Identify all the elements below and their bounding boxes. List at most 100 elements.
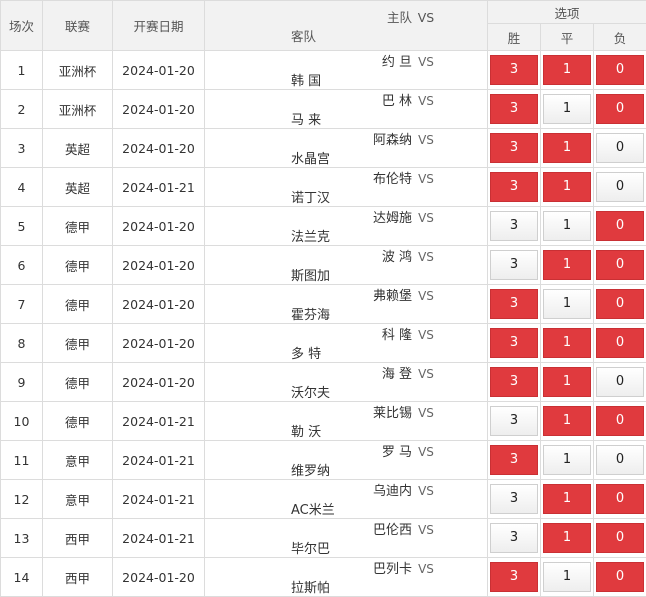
draw-option-button[interactable]: 1 bbox=[543, 55, 591, 85]
home-team: 莱比锡 bbox=[252, 402, 412, 421]
loss-option-button[interactable]: 0 bbox=[596, 94, 644, 124]
draw-option-button[interactable]: 1 bbox=[543, 94, 591, 124]
table-row: 1亚洲杯2024-01-20约 旦VS韩 国310 bbox=[1, 51, 646, 90]
round-number: 2 bbox=[1, 90, 43, 129]
loss-option-button[interactable]: 0 bbox=[596, 289, 644, 319]
win-option-button[interactable]: 3 bbox=[490, 94, 538, 124]
league-name: 意甲 bbox=[43, 441, 113, 480]
win-option-button[interactable]: 3 bbox=[490, 406, 538, 436]
league-name: 德甲 bbox=[43, 324, 113, 363]
league-name: 德甲 bbox=[43, 402, 113, 441]
vs-label: VS bbox=[412, 55, 440, 69]
loss-option-button[interactable]: 0 bbox=[596, 55, 644, 85]
match-date: 2024-01-20 bbox=[113, 129, 205, 168]
table-row: 14西甲2024-01-20巴列卡VS拉斯帕310 bbox=[1, 558, 646, 597]
league-name: 英超 bbox=[43, 129, 113, 168]
table-row: 11意甲2024-01-21罗 马VS维罗纳310 bbox=[1, 441, 646, 480]
draw-option-button[interactable]: 1 bbox=[543, 406, 591, 436]
loss-option-button[interactable]: 0 bbox=[596, 484, 644, 514]
match-teams: 巴 林VS马 来 bbox=[205, 90, 488, 129]
header-draw: 平 bbox=[541, 24, 594, 51]
table-row: 12意甲2024-01-21乌迪内VSAC米兰310 bbox=[1, 480, 646, 519]
win-option-button[interactable]: 3 bbox=[490, 367, 538, 397]
loss-option-button[interactable]: 0 bbox=[596, 250, 644, 280]
table-row: 13西甲2024-01-21巴伦西VS毕尔巴310 bbox=[1, 519, 646, 558]
away-team: 霍芬海 bbox=[291, 304, 401, 323]
vs-label: VS bbox=[412, 328, 440, 342]
win-option-button[interactable]: 3 bbox=[490, 523, 538, 553]
loss-option-button[interactable]: 0 bbox=[596, 211, 644, 241]
match-teams: 科 隆VS多 特 bbox=[205, 324, 488, 363]
league-name: 意甲 bbox=[43, 480, 113, 519]
table-row: 10德甲2024-01-21莱比锡VS勒 沃310 bbox=[1, 402, 646, 441]
home-team: 海 登 bbox=[252, 363, 412, 382]
round-number: 5 bbox=[1, 207, 43, 246]
league-name: 德甲 bbox=[43, 285, 113, 324]
match-date: 2024-01-20 bbox=[113, 363, 205, 402]
win-option-button[interactable]: 3 bbox=[490, 484, 538, 514]
round-number: 6 bbox=[1, 246, 43, 285]
vs-label: VS bbox=[412, 250, 440, 264]
loss-option-button[interactable]: 0 bbox=[596, 523, 644, 553]
draw-option-button[interactable]: 1 bbox=[543, 562, 591, 592]
draw-option-button[interactable]: 1 bbox=[543, 250, 591, 280]
match-teams: 达姆施VS法兰克 bbox=[205, 207, 488, 246]
away-team: 诺丁汉 bbox=[291, 187, 401, 206]
away-team: 马 来 bbox=[291, 109, 401, 128]
match-date: 2024-01-21 bbox=[113, 441, 205, 480]
win-option-button[interactable]: 3 bbox=[490, 328, 538, 358]
home-team: 布伦特 bbox=[252, 168, 412, 187]
draw-option-button[interactable]: 1 bbox=[543, 133, 591, 163]
loss-option-button[interactable]: 0 bbox=[596, 328, 644, 358]
loss-option-button[interactable]: 0 bbox=[596, 562, 644, 592]
league-name: 英超 bbox=[43, 168, 113, 207]
win-option-button[interactable]: 3 bbox=[490, 211, 538, 241]
draw-option-button[interactable]: 1 bbox=[543, 367, 591, 397]
vs-label: VS bbox=[412, 172, 440, 186]
win-option-button[interactable]: 3 bbox=[490, 55, 538, 85]
draw-option-button[interactable]: 1 bbox=[543, 211, 591, 241]
win-option-button[interactable]: 3 bbox=[490, 289, 538, 319]
loss-option-button[interactable]: 0 bbox=[596, 133, 644, 163]
header-away: 客队 bbox=[291, 26, 401, 45]
match-date: 2024-01-21 bbox=[113, 519, 205, 558]
round-number: 1 bbox=[1, 51, 43, 90]
win-option-button[interactable]: 3 bbox=[490, 562, 538, 592]
round-number: 10 bbox=[1, 402, 43, 441]
match-date: 2024-01-20 bbox=[113, 285, 205, 324]
draw-option-button[interactable]: 1 bbox=[543, 484, 591, 514]
draw-option-button[interactable]: 1 bbox=[543, 328, 591, 358]
table-row: 3英超2024-01-20阿森纳VS水晶宫310 bbox=[1, 129, 646, 168]
match-teams: 布伦特VS 诺丁汉 bbox=[205, 168, 488, 207]
match-teams: 约 旦VS韩 国 bbox=[205, 51, 488, 90]
away-team: 斯图加 bbox=[291, 265, 401, 284]
draw-option-button[interactable]: 1 bbox=[543, 523, 591, 553]
match-date: 2024-01-20 bbox=[113, 207, 205, 246]
header-vs: VS bbox=[412, 10, 440, 25]
vs-label: VS bbox=[412, 406, 440, 420]
loss-option-button[interactable]: 0 bbox=[596, 445, 644, 475]
league-name: 德甲 bbox=[43, 246, 113, 285]
win-option-button[interactable]: 3 bbox=[490, 133, 538, 163]
away-team: 多 特 bbox=[291, 343, 401, 362]
loss-option-button[interactable]: 0 bbox=[596, 406, 644, 436]
round-number: 13 bbox=[1, 519, 43, 558]
away-team: 韩 国 bbox=[291, 70, 401, 89]
away-team: 维罗纳 bbox=[291, 460, 401, 479]
draw-option-button[interactable]: 1 bbox=[543, 445, 591, 475]
league-name: 西甲 bbox=[43, 558, 113, 597]
win-option-button[interactable]: 3 bbox=[490, 172, 538, 202]
draw-option-button[interactable]: 1 bbox=[543, 289, 591, 319]
vs-label: VS bbox=[412, 133, 440, 147]
win-option-button[interactable]: 3 bbox=[490, 445, 538, 475]
loss-option-button[interactable]: 0 bbox=[596, 172, 644, 202]
win-option-button[interactable]: 3 bbox=[490, 250, 538, 280]
home-team: 巴 林 bbox=[252, 90, 412, 109]
loss-option-button[interactable]: 0 bbox=[596, 367, 644, 397]
round-number: 12 bbox=[1, 480, 43, 519]
home-team: 阿森纳 bbox=[252, 129, 412, 148]
draw-option-button[interactable]: 1 bbox=[543, 172, 591, 202]
home-team: 巴伦西 bbox=[252, 519, 412, 538]
away-team: 法兰克 bbox=[291, 226, 401, 245]
home-team: 巴列卡 bbox=[252, 558, 412, 577]
